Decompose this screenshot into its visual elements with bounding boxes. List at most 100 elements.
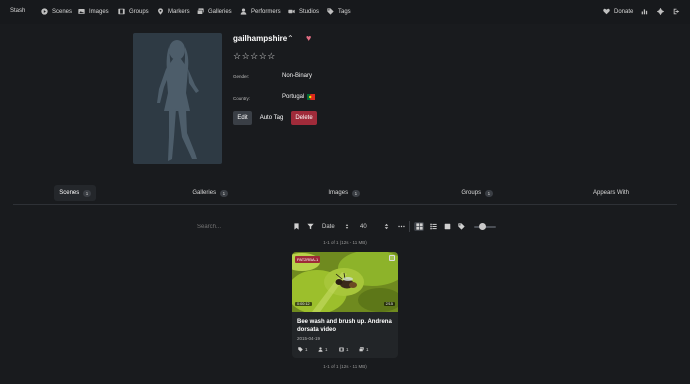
sort-direction-button[interactable] bbox=[344, 222, 350, 231]
tagger-view-button[interactable] bbox=[457, 222, 466, 231]
select-checkbox[interactable] bbox=[389, 255, 395, 261]
tab-label: Scenes bbox=[59, 190, 80, 196]
tag-icon bbox=[298, 347, 303, 352]
galleries-popover-button[interactable]: 1 bbox=[359, 347, 369, 352]
grid-view-button[interactable] bbox=[414, 222, 424, 231]
favorite-heart-icon[interactable]: ♥ bbox=[306, 34, 311, 43]
brand-label: Stash bbox=[10, 8, 26, 14]
nav-item-studios[interactable]: Studios bbox=[288, 8, 319, 15]
tab-scenes[interactable]: Scenes 1 bbox=[54, 185, 96, 201]
grid-icon bbox=[415, 223, 423, 230]
tags-popover-button[interactable]: 1 bbox=[298, 347, 308, 352]
scene-duration: 0:00:12 bbox=[295, 302, 312, 306]
sort-by-value: Date bbox=[322, 223, 335, 230]
nav-item-images[interactable]: Images bbox=[78, 8, 109, 15]
scene-resolution: 2/15 bbox=[383, 302, 395, 306]
film-icon bbox=[118, 8, 125, 15]
scene-title[interactable]: Bee wash and brush up. Andrena dorsata v… bbox=[297, 319, 393, 334]
video-icon bbox=[288, 9, 295, 14]
tab-label: Galleries bbox=[192, 190, 217, 196]
collapse-chevron-icon[interactable]: ⌃ bbox=[287, 34, 294, 43]
list-view-button[interactable] bbox=[429, 222, 438, 231]
sort-by-select[interactable]: Date bbox=[322, 222, 344, 231]
zoom-slider-handle[interactable] bbox=[479, 223, 486, 230]
tags-count: 1 bbox=[305, 347, 308, 352]
nav-label: Markers bbox=[168, 8, 190, 15]
chart-icon bbox=[641, 9, 648, 15]
scene-popovers: 1 1 1 1 bbox=[292, 347, 398, 357]
scene-thumbnail[interactable]: PAT2RBA-1 0:00:12 2/15 bbox=[292, 252, 398, 312]
edit-button[interactable]: Edit bbox=[233, 111, 252, 125]
studio-label[interactable]: PAT2RBA-1 bbox=[295, 256, 321, 263]
logout-button[interactable] bbox=[673, 8, 680, 15]
country-value: Portugal bbox=[282, 94, 316, 100]
portugal-flag-icon bbox=[307, 94, 316, 100]
tab-count-badge: 1 bbox=[220, 189, 228, 197]
performers-popover-button[interactable]: 1 bbox=[318, 347, 328, 352]
gear-icon bbox=[657, 8, 664, 15]
heart-icon bbox=[603, 8, 610, 15]
top-navbar: Stash Scenes Images Groups Markers Galle… bbox=[0, 0, 690, 24]
chevron-updown-icon bbox=[384, 223, 388, 230]
nav-label: Galleries bbox=[208, 8, 232, 15]
image-icon bbox=[78, 9, 85, 14]
images-icon bbox=[359, 347, 364, 352]
nav-label: Tags bbox=[338, 8, 351, 15]
pagination-info-bottom: 1-1 of 1 (12s - 11 MB) bbox=[323, 364, 367, 369]
performer-name: gailhampshire bbox=[233, 34, 288, 43]
tab-label: Images bbox=[328, 190, 349, 196]
nav-label: Images bbox=[89, 8, 109, 15]
more-options-button[interactable] bbox=[397, 222, 405, 231]
map-marker-icon bbox=[158, 8, 163, 15]
toolbar-separator bbox=[409, 221, 410, 232]
tab-appears-with[interactable]: Appears With bbox=[586, 185, 636, 201]
logout-icon bbox=[673, 8, 680, 15]
nav-item-performers[interactable]: Performers bbox=[240, 8, 281, 15]
donate-link[interactable]: Donate bbox=[603, 8, 633, 15]
tab-images[interactable]: Images 1 bbox=[323, 185, 365, 201]
groups-popover-button[interactable]: 1 bbox=[339, 347, 349, 352]
filter-button[interactable] bbox=[306, 222, 314, 231]
scene-date: 2015-04-19 bbox=[297, 336, 321, 341]
galleries-count: 1 bbox=[366, 347, 369, 352]
stats-button[interactable] bbox=[641, 8, 648, 15]
nav-item-markers[interactable]: Markers bbox=[157, 8, 190, 15]
nav-item-groups[interactable]: Groups bbox=[118, 8, 149, 15]
nav-item-galleries[interactable]: Galleries bbox=[197, 8, 232, 15]
per-page-stepper[interactable] bbox=[382, 222, 390, 231]
per-page-select[interactable]: 40 bbox=[360, 222, 374, 231]
nav-label: Groups bbox=[129, 8, 149, 15]
tab-count-badge: 1 bbox=[83, 189, 91, 197]
scene-card[interactable]: PAT2RBA-1 0:00:12 2/15 Bee wash and brus… bbox=[292, 252, 398, 358]
nav-label: Studios bbox=[299, 8, 320, 15]
nav-label: Performers bbox=[251, 8, 281, 15]
sort-direction-icon bbox=[345, 224, 349, 229]
search-input[interactable] bbox=[197, 222, 283, 232]
delete-button[interactable]: Delete bbox=[291, 111, 317, 125]
performer-silhouette-icon bbox=[157, 40, 199, 161]
tab-count-badge: 1 bbox=[485, 189, 493, 197]
list-icon bbox=[430, 223, 437, 230]
nav-item-scenes[interactable]: Scenes bbox=[41, 8, 72, 15]
per-page-value: 40 bbox=[360, 223, 367, 230]
saved-filters-button[interactable] bbox=[292, 222, 300, 231]
tab-divider bbox=[13, 204, 677, 205]
tag-icon bbox=[327, 8, 334, 15]
country-label: Country: bbox=[233, 96, 251, 101]
tab-groups[interactable]: Groups 1 bbox=[455, 185, 499, 201]
auto-tag-button[interactable]: Auto Tag bbox=[256, 111, 287, 125]
ellipsis-icon bbox=[397, 225, 405, 228]
tab-galleries[interactable]: Galleries 1 bbox=[187, 185, 233, 201]
wall-view-button[interactable] bbox=[443, 222, 452, 231]
brand-link[interactable]: Stash bbox=[10, 8, 25, 14]
settings-button[interactable] bbox=[657, 8, 664, 15]
performer-image[interactable] bbox=[133, 33, 222, 164]
donate-label: Donate bbox=[614, 8, 634, 15]
nav-item-tags[interactable]: Tags bbox=[327, 8, 351, 15]
gender-text: Non-Binary bbox=[282, 73, 313, 79]
play-circle-icon bbox=[41, 8, 48, 15]
user-icon bbox=[318, 347, 323, 352]
film-icon bbox=[339, 347, 344, 352]
square-icon bbox=[444, 223, 451, 230]
rating-stars[interactable]: ☆☆☆☆☆ bbox=[233, 51, 276, 62]
